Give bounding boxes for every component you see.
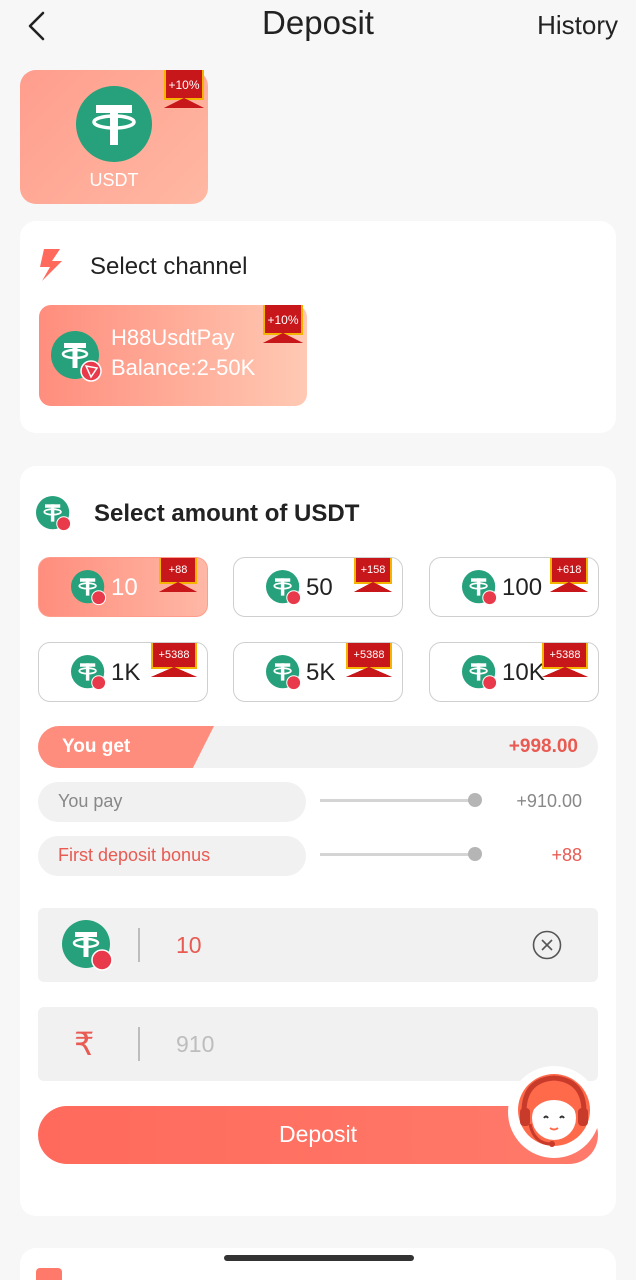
tether-icon	[462, 570, 498, 606]
bonus-badge: +88	[159, 558, 197, 592]
clear-circle-icon[interactable]	[532, 930, 562, 960]
you-get-bar: You get +998.00	[38, 726, 598, 768]
amount-value: 50	[306, 574, 333, 601]
you-pay-label: You pay	[38, 782, 306, 822]
bonus-badge: +5388	[542, 643, 588, 677]
usdt-input-value[interactable]: 10	[176, 932, 202, 959]
bonus-badge: +10%	[263, 305, 303, 343]
customer-service-button[interactable]	[508, 1066, 600, 1158]
amount-value: 100	[502, 574, 543, 601]
channel-balance: Balance:2-50K	[111, 355, 256, 380]
tether-icon	[36, 496, 72, 532]
amount-option[interactable]: 100 +618	[429, 557, 599, 617]
next-section-card	[20, 1248, 616, 1280]
bonus-badge: +5388	[346, 643, 392, 677]
section-title: Select channel	[90, 253, 248, 280]
channel-option[interactable]: H88UsdtPay Balance:2-50K +10%	[39, 305, 307, 406]
history-link[interactable]: History	[537, 10, 618, 41]
slider-knob	[468, 847, 482, 861]
amount-option[interactable]: 10K +5388	[429, 642, 599, 702]
rupee-icon: ₹	[74, 1025, 95, 1063]
lightning-icon	[40, 249, 62, 281]
inr-input-value[interactable]: 910	[176, 1031, 214, 1058]
tether-icon	[62, 920, 113, 971]
method-label: USDT	[89, 170, 139, 190]
header: Deposit History	[0, 0, 636, 56]
bonus-badge: +10%	[164, 70, 204, 108]
amount-option[interactable]: 5K +5388	[233, 642, 403, 702]
you-get-value: +998.00	[508, 736, 578, 757]
tether-icon	[51, 331, 102, 382]
amount-value: 1K	[111, 659, 141, 686]
amount-value: 5K	[306, 659, 336, 686]
tether-icon	[266, 655, 302, 691]
bonus-slider	[320, 847, 482, 861]
amount-option[interactable]: 50 +158	[233, 557, 403, 617]
bonus-badge: +618	[550, 558, 588, 592]
divider	[138, 928, 140, 962]
you-pay-value: +910.00	[516, 791, 582, 811]
channel-card: Select channel H88UsdtPay Balance:2-50K …	[20, 221, 616, 433]
usdt-amount-input[interactable]: 10	[38, 908, 598, 982]
tether-icon	[71, 570, 107, 606]
method-tile-usdt[interactable]: USDT +10%	[20, 70, 208, 204]
slider-knob	[468, 793, 482, 807]
tether-icon	[266, 570, 302, 606]
channel-name: H88UsdtPay	[111, 325, 235, 350]
bonus-label: First deposit bonus	[38, 836, 306, 876]
amount-option[interactable]: 10 +88	[38, 557, 208, 617]
tether-icon	[76, 86, 152, 162]
amount-value: 10K	[502, 659, 545, 686]
you-pay-slider	[320, 793, 482, 807]
bonus-value: +88	[551, 845, 582, 865]
section-title: Select amount of USDT	[94, 500, 360, 527]
customer-service-icon	[510, 1068, 598, 1156]
section-icon	[36, 1268, 62, 1280]
amount-value: 10	[111, 574, 138, 601]
tether-icon	[462, 655, 498, 691]
bonus-badge: +158	[354, 558, 392, 592]
you-get-label: You get	[62, 736, 131, 757]
amount-option[interactable]: 1K +5388	[38, 642, 208, 702]
tether-icon	[71, 655, 107, 691]
home-indicator[interactable]	[224, 1255, 414, 1261]
divider	[138, 1027, 140, 1061]
bonus-badge: +5388	[151, 643, 197, 677]
